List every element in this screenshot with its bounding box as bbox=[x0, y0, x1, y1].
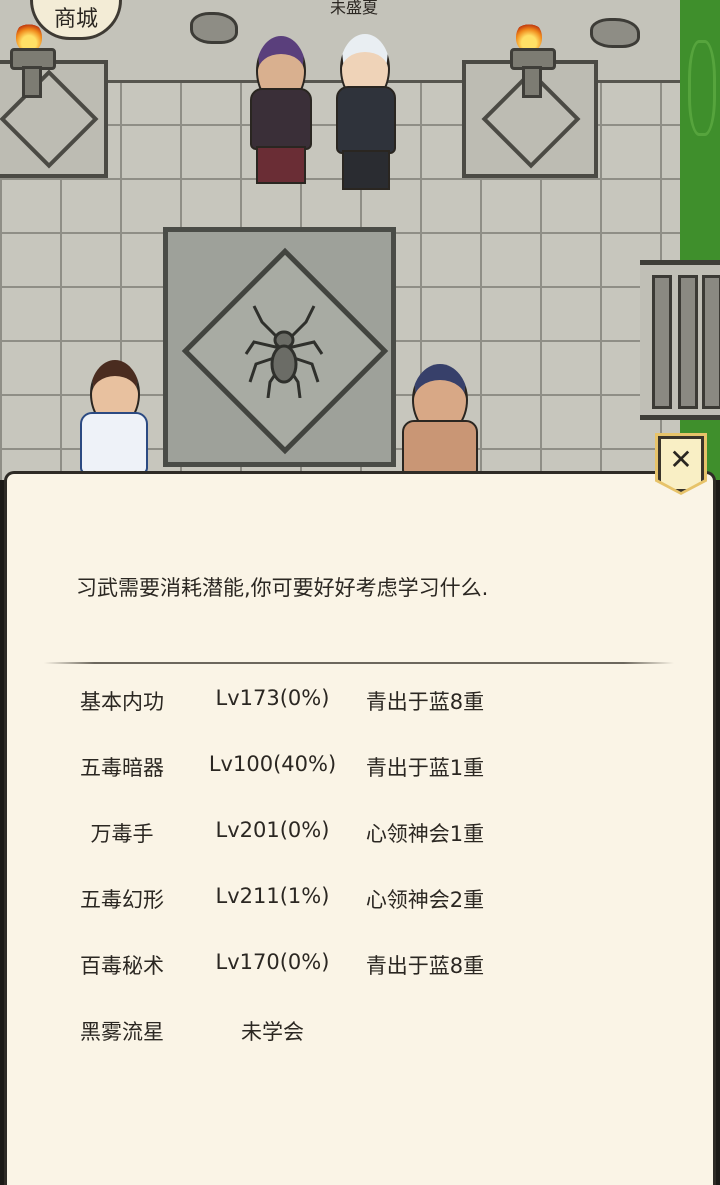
skill-level: Lv100(40%) bbox=[208, 752, 337, 776]
skill-stage: 青出于蓝8重 bbox=[365, 690, 485, 714]
skill-level: Lv173(0%) bbox=[215, 686, 330, 710]
skill-name: 五毒暗器 bbox=[80, 756, 164, 780]
skill-row[interactable]: 万毒手 Lv201(0%) 心领神会1重 bbox=[0, 818, 720, 858]
skill-level: 未学会 bbox=[241, 1020, 304, 1044]
skill-level: Lv201(0%) bbox=[215, 818, 330, 842]
skill-stage: 心领神会2重 bbox=[365, 888, 485, 912]
spider-floor-slab bbox=[163, 227, 396, 467]
npc-name-label: 未盛夏 bbox=[330, 0, 379, 17]
skill-row[interactable]: 五毒幻形 Lv211(1%) 心领神会2重 bbox=[0, 884, 720, 924]
skill-stage: 青出于蓝8重 bbox=[365, 954, 485, 978]
skill-stage: 青出于蓝1重 bbox=[365, 756, 485, 780]
rock bbox=[590, 18, 640, 48]
npc-white-hair[interactable] bbox=[330, 30, 400, 190]
game-scene: 商城 未盛夏 bbox=[0, 0, 720, 480]
skill-name: 黑雾流星 bbox=[80, 1020, 164, 1044]
skill-row[interactable]: 黑雾流星 未学会 bbox=[0, 1016, 720, 1056]
skill-name: 五毒幻形 bbox=[80, 888, 164, 912]
npc-female-left[interactable] bbox=[72, 358, 162, 474]
skill-name: 百毒秘术 bbox=[80, 954, 164, 978]
spider-icon bbox=[244, 305, 324, 398]
npc-purple-hair[interactable] bbox=[240, 32, 320, 187]
stone-railing bbox=[640, 260, 720, 420]
close-icon: ✕ bbox=[669, 443, 693, 476]
skill-name: 基本内功 bbox=[80, 690, 164, 714]
shop-label: 商城 bbox=[53, 7, 98, 32]
npc-tattooed-right[interactable] bbox=[396, 362, 486, 476]
skill-stage: 心领神会1重 bbox=[365, 822, 485, 846]
divider bbox=[44, 662, 674, 664]
torch-icon bbox=[508, 22, 556, 98]
skill-row[interactable]: 百毒秘术 Lv170(0%) 青出于蓝8重 bbox=[0, 950, 720, 990]
rock bbox=[190, 12, 238, 44]
torch-icon bbox=[8, 22, 56, 98]
skill-level: Lv170(0%) bbox=[215, 950, 330, 974]
skill-row[interactable]: 基本内功 Lv173(0%) 青出于蓝8重 bbox=[0, 686, 720, 726]
dialog-message: 习武需要消耗潜能,你可要好好考虑学习什么. bbox=[76, 576, 489, 600]
skill-level: Lv211(1%) bbox=[215, 884, 330, 908]
skill-name: 万毒手 bbox=[90, 822, 154, 846]
skill-row[interactable]: 五毒暗器 Lv100(40%) 青出于蓝1重 bbox=[0, 752, 720, 792]
